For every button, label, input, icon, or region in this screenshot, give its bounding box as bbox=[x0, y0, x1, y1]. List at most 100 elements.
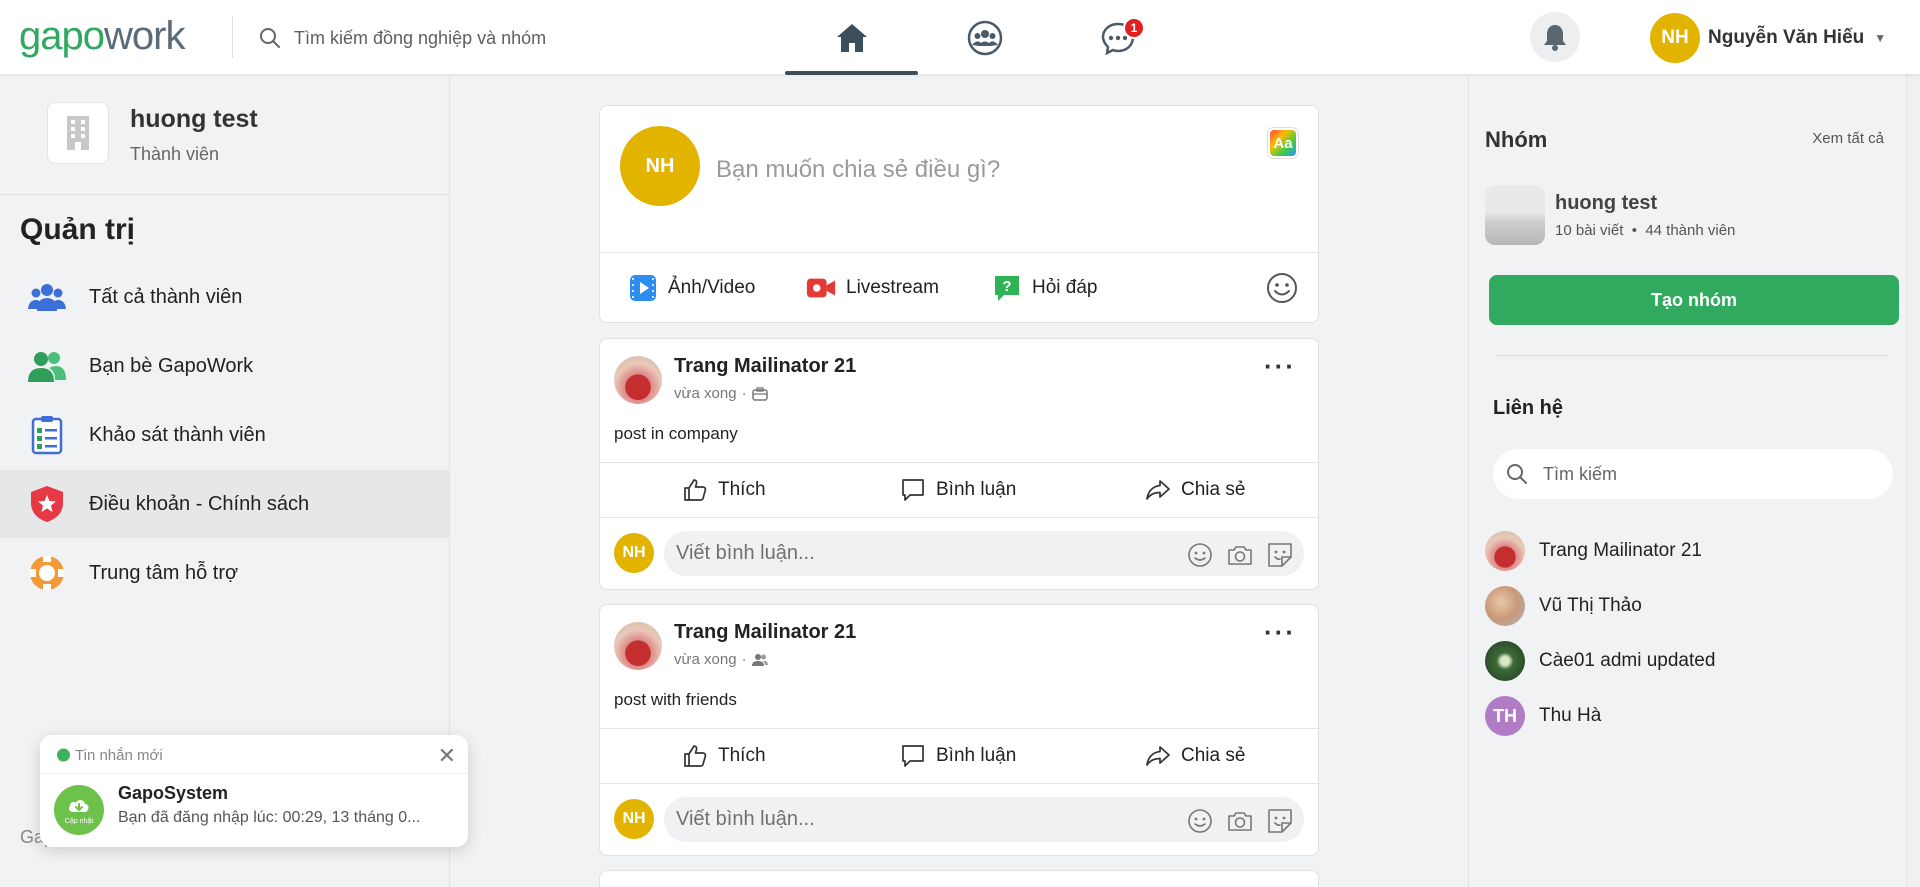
sidebar-item-terms-policy[interactable]: Điều khoản - Chính sách bbox=[0, 470, 449, 538]
friends-icon bbox=[751, 653, 768, 666]
comment-input[interactable]: Viết bình luận... bbox=[664, 531, 1304, 576]
camera-icon[interactable] bbox=[1226, 807, 1254, 835]
groups-title: Nhóm bbox=[1485, 127, 1548, 152]
contact-item[interactable]: Trang Mailinator 21 bbox=[1485, 530, 1702, 572]
nav-home-tab[interactable] bbox=[785, 0, 918, 75]
sidebar-item-help-center[interactable]: Trung tâm hỗ trợ bbox=[0, 539, 449, 607]
new-message-toast[interactable]: Tin nhắn mới ✕ Cập nhật GapoSystem Bạn đ… bbox=[40, 735, 468, 847]
admin-section-title: Quản trị bbox=[20, 213, 136, 246]
contact-item[interactable]: Vũ Thị Thảo bbox=[1485, 585, 1642, 627]
share-button[interactable]: Chia sẻ bbox=[1145, 472, 1245, 508]
page-scrollbar[interactable] bbox=[1906, 0, 1920, 887]
close-icon[interactable]: ✕ bbox=[438, 743, 456, 769]
composer-input[interactable]: Bạn muốn chia sẻ điều gì? bbox=[716, 156, 1000, 184]
sidebar-item-label: Tất cả thành viên bbox=[89, 285, 243, 308]
top-bar: gapowork Tìm kiếm đồng nghiệp và nhóm 1 … bbox=[0, 0, 1920, 75]
sticker-icon[interactable] bbox=[1266, 807, 1294, 835]
author-avatar[interactable] bbox=[614, 622, 662, 670]
emoji-icon[interactable] bbox=[1186, 807, 1214, 835]
share-button[interactable]: Chia sẻ bbox=[1145, 738, 1245, 774]
group-member-count: 44 thành viên bbox=[1645, 222, 1736, 239]
gapowork-logo[interactable]: gapowork bbox=[19, 14, 185, 58]
contact-name: Vũ Thị Thảo bbox=[1539, 595, 1642, 616]
more-options-icon[interactable]: ··· bbox=[1264, 353, 1296, 379]
video-icon bbox=[628, 273, 658, 303]
sidebar-item-all-members[interactable]: Tất cả thành viên bbox=[0, 263, 449, 331]
bell-icon bbox=[1544, 25, 1566, 51]
divider bbox=[600, 728, 1318, 729]
download-update-icon: Cập nhật bbox=[54, 785, 104, 835]
search-icon bbox=[260, 28, 280, 48]
photo-video-button[interactable]: Ảnh/Video bbox=[628, 273, 755, 303]
post-author[interactable]: Trang Mailinator 21 bbox=[674, 621, 856, 644]
group-name[interactable]: huong test bbox=[1555, 192, 1657, 215]
see-all-link[interactable]: Xem tất cả bbox=[1812, 130, 1884, 147]
post-author[interactable]: Trang Mailinator 21 bbox=[674, 355, 856, 378]
emoji-icon[interactable] bbox=[1186, 541, 1214, 569]
members-icon bbox=[26, 276, 68, 318]
nav-groups-tab[interactable] bbox=[918, 0, 1051, 75]
survey-icon bbox=[26, 414, 68, 456]
emoji-icon bbox=[1267, 273, 1297, 303]
sidebar-item-member-survey[interactable]: Khảo sát thành viên bbox=[0, 401, 449, 469]
user-menu[interactable]: NH Nguyễn Văn Hiếu ▼ bbox=[1650, 13, 1886, 63]
company-header[interactable]: huong test Thành viên bbox=[0, 75, 449, 195]
contact-avatar: TH bbox=[1485, 696, 1525, 736]
qa-label: Hỏi đáp bbox=[1032, 277, 1098, 298]
sidebar-item-label: Trung tâm hỗ trợ bbox=[89, 561, 239, 584]
contact-item[interactable]: TH Thu Hà bbox=[1485, 695, 1601, 737]
author-avatar[interactable] bbox=[614, 356, 662, 404]
question-icon: ? bbox=[992, 273, 1022, 303]
global-search-input[interactable]: Tìm kiếm đồng nghiệp và nhóm bbox=[258, 26, 546, 50]
sidebar-item-gapowork-friends[interactable]: Bạn bè GapoWork bbox=[0, 332, 449, 400]
post-text: post in company bbox=[614, 424, 738, 443]
post-composer: NH Bạn muốn chia sẻ điều gì? Aa Ảnh/Vide… bbox=[599, 105, 1319, 323]
like-button[interactable]: Thích bbox=[682, 738, 766, 774]
qa-button[interactable]: ? Hỏi đáp bbox=[992, 273, 1098, 303]
lifebuoy-icon bbox=[26, 552, 68, 594]
group-cover-image[interactable] bbox=[1485, 185, 1545, 245]
more-options-icon[interactable]: ··· bbox=[1264, 619, 1296, 645]
like-label: Thích bbox=[718, 745, 766, 766]
user-avatar: NH bbox=[1650, 13, 1700, 63]
toast-header: Tin nhắn mới bbox=[56, 747, 163, 764]
post-meta: vừa xong · bbox=[674, 651, 768, 668]
comment-icon bbox=[902, 745, 924, 767]
post-time: vừa xong bbox=[674, 385, 737, 402]
groups-icon bbox=[967, 20, 1002, 55]
contact-name: Càe01 admi updated bbox=[1539, 650, 1716, 671]
contacts-title: Liên hệ bbox=[1493, 397, 1564, 419]
commenter-avatar: NH bbox=[614, 533, 654, 573]
logo-gapo-text: gapo bbox=[19, 14, 105, 58]
contacts-search-placeholder: Tìm kiếm bbox=[1543, 463, 1617, 484]
notifications-button[interactable] bbox=[1530, 12, 1580, 62]
group-post-count: 10 bài viết bbox=[1555, 222, 1624, 239]
contact-name: Trang Mailinator 21 bbox=[1539, 540, 1702, 561]
livestream-button[interactable]: Livestream bbox=[806, 273, 939, 303]
friends-icon bbox=[26, 345, 68, 387]
livestream-icon bbox=[806, 273, 836, 303]
comment-placeholder: Viết bình luận... bbox=[676, 808, 815, 830]
photo-video-label: Ảnh/Video bbox=[668, 277, 756, 298]
contacts-search-input[interactable]: Tìm kiếm bbox=[1493, 449, 1893, 499]
sidebar-item-label: Khảo sát thành viên bbox=[89, 423, 266, 446]
camera-icon[interactable] bbox=[1226, 541, 1254, 569]
text-style-button[interactable]: Aa bbox=[1268, 128, 1298, 158]
share-label: Chia sẻ bbox=[1181, 479, 1246, 500]
comment-button[interactable]: Bình luận bbox=[900, 472, 1016, 508]
comment-label: Bình luận bbox=[936, 745, 1017, 766]
create-group-button[interactable]: Tạo nhóm bbox=[1489, 275, 1899, 325]
livestream-label: Livestream bbox=[846, 277, 939, 298]
svg-text:?: ? bbox=[1002, 278, 1011, 295]
nav-chat-tab[interactable]: 1 bbox=[1051, 0, 1184, 75]
contact-item[interactable]: Càe01 admi updated bbox=[1485, 640, 1715, 682]
divider bbox=[600, 252, 1318, 253]
comment-input[interactable]: Viết bình luận... bbox=[664, 797, 1304, 842]
share-label: Chia sẻ bbox=[1181, 745, 1246, 766]
emoji-button[interactable] bbox=[1266, 272, 1298, 309]
sticker-icon[interactable] bbox=[1266, 541, 1294, 569]
like-button[interactable]: Thích bbox=[682, 472, 766, 508]
caret-down-icon: ▼ bbox=[1874, 31, 1887, 45]
comment-button[interactable]: Bình luận bbox=[900, 738, 1016, 774]
comment-placeholder: Viết bình luận... bbox=[676, 542, 815, 564]
